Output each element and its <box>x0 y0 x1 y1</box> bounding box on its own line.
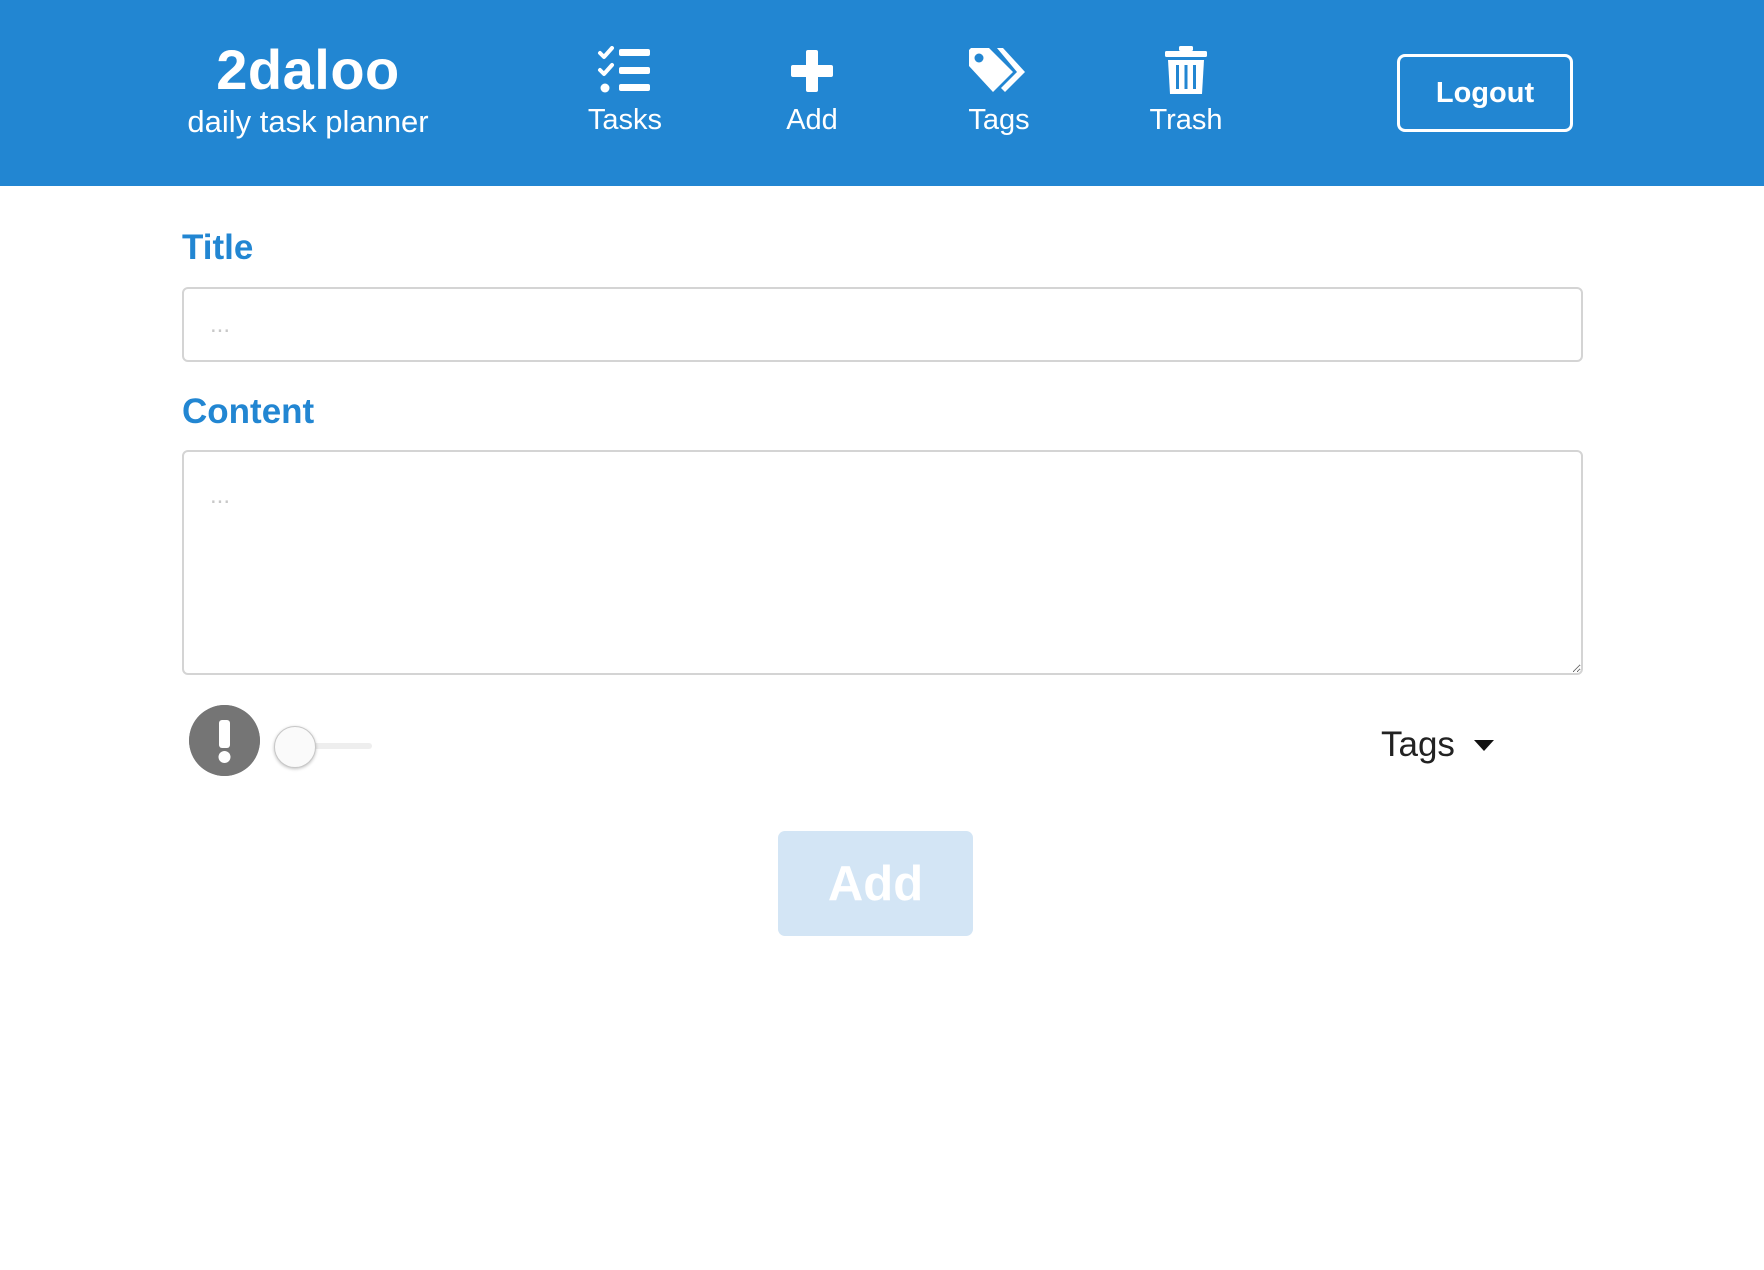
nav-tasks[interactable]: Tasks <box>550 46 700 137</box>
tasks-icon <box>598 46 650 93</box>
app-tagline: daily task planner <box>187 104 429 139</box>
plus-icon <box>791 50 833 92</box>
nav-tags[interactable]: Tags <box>924 46 1074 137</box>
priority-toggle[interactable] <box>274 723 374 769</box>
trash-icon <box>1165 46 1207 94</box>
nav-trash[interactable]: Trash <box>1111 46 1261 137</box>
exclamation-icon <box>189 705 260 776</box>
add-task-button[interactable]: Add <box>778 831 973 936</box>
title-input[interactable] <box>182 287 1583 362</box>
priority-toggle-thumb[interactable] <box>274 726 316 768</box>
tags-dropdown-label: Tags <box>1381 725 1455 764</box>
logout-button[interactable]: Logout <box>1397 54 1573 132</box>
title-label: Title <box>182 228 254 267</box>
top-navigation-bar: 2daloo daily task planner Tasks Add Tags <box>0 0 1764 186</box>
tags-icon <box>969 48 1025 92</box>
nav-add[interactable]: Add <box>737 46 887 137</box>
nav-trash-label: Trash <box>1149 104 1223 136</box>
tags-dropdown[interactable]: Tags <box>1378 722 1528 770</box>
caret-down-icon <box>1474 740 1494 751</box>
nav-add-label: Add <box>786 104 838 136</box>
content-textarea[interactable] <box>182 450 1583 675</box>
nav-tasks-label: Tasks <box>587 104 663 136</box>
content-label: Content <box>182 392 315 431</box>
brand[interactable]: 2daloo daily task planner <box>168 38 448 140</box>
app-name: 2daloo <box>216 38 400 101</box>
nav-tags-label: Tags <box>968 104 1030 136</box>
